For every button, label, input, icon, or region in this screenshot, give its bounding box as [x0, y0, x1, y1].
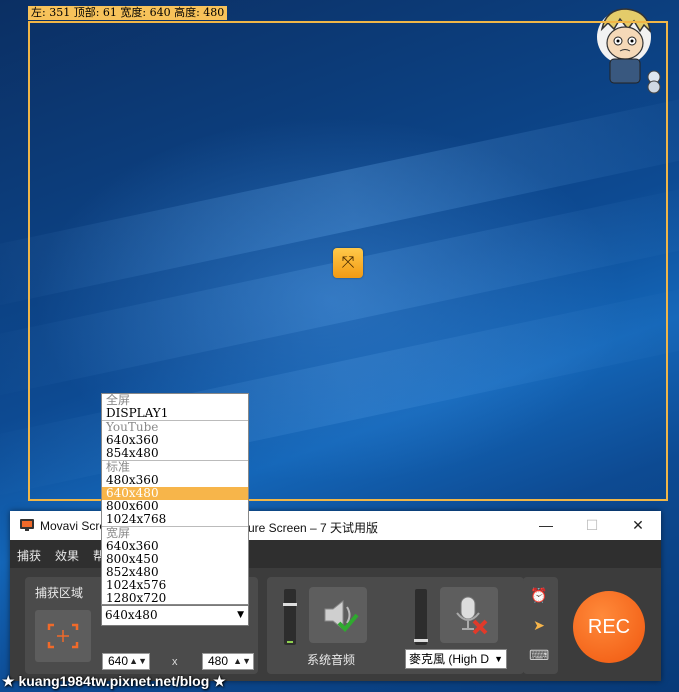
mic-select-value: 麥克風 (High D	[409, 652, 490, 666]
chevron-down-icon: ▼	[492, 650, 503, 668]
volume-knob[interactable]	[414, 639, 428, 642]
close-button[interactable]: ✕	[615, 511, 661, 540]
cursor-icon[interactable]: ➤	[529, 615, 549, 635]
alarm-clock-icon[interactable]: ⏰	[529, 585, 549, 605]
system-audio-label: 系统音频	[307, 653, 356, 667]
options-strip: ⏰ ➤ ⌨	[523, 577, 558, 674]
size-separator: x	[172, 656, 178, 668]
volume-level	[287, 641, 293, 643]
size-dropdown-list[interactable]: 全屏 DISPLAY1 YouTube 640x360 854x480 标准 480x360…	[101, 393, 249, 605]
maximize-button[interactable]: ☐	[569, 511, 615, 540]
blog-watermark: ★ kuang1984tw.pixnet.net/blog ★	[2, 673, 226, 689]
app-logo-icon	[20, 519, 34, 531]
window-title-tail: ure Screen – 7 天试用版	[248, 521, 379, 535]
size-select[interactable]: 640x480 ▼	[101, 605, 249, 626]
microphone-select[interactable]: 麥克風 (High D ▼	[405, 649, 507, 669]
height-value: 480	[208, 654, 229, 668]
mic-volume-slider[interactable]	[414, 589, 428, 645]
spin-arrows-icon[interactable]: ▲▼	[129, 654, 147, 669]
dropdown-group-header: 标准	[102, 460, 248, 474]
microphone-button[interactable]	[440, 587, 498, 643]
crosshair-icon	[47, 623, 79, 649]
record-button[interactable]: REC	[573, 591, 645, 663]
keyboard-icon[interactable]: ⌨	[529, 645, 549, 665]
dropdown-group-header: YouTube	[102, 420, 248, 434]
width-spinbox[interactable]: 640 ▲▼	[102, 653, 150, 670]
dropdown-option[interactable]: 854x480	[102, 447, 248, 460]
microphone-off-icon	[456, 596, 488, 635]
capture-coordinates-label: 左: 351 顶部: 61 宽度: 640 高度: 480	[28, 6, 228, 20]
window-title: Movavi Scre	[40, 519, 107, 533]
move-handle-icon[interactable]: ⤧	[333, 248, 363, 278]
volume-knob[interactable]	[283, 603, 297, 606]
dropdown-option[interactable]: 1280x720	[102, 592, 248, 605]
audio-panel: 系统音频 麥克風 (High D ▼	[267, 577, 524, 674]
dropdown-option[interactable]: DISPLAY1	[102, 407, 248, 420]
width-value: 640	[108, 654, 129, 668]
menu-capture[interactable]: 捕获	[17, 547, 41, 564]
height-spinbox[interactable]: 480 ▲▼	[202, 653, 254, 670]
menu-effects[interactable]: 效果	[55, 547, 79, 564]
dropdown-group-header: 宽屏	[102, 526, 248, 540]
dropdown-option[interactable]: 1024x768	[102, 513, 248, 526]
system-volume-slider[interactable]	[283, 589, 297, 645]
system-audio-button[interactable]	[309, 587, 367, 643]
chevron-down-icon: ▼	[237, 610, 244, 620]
spin-arrows-icon[interactable]: ▲▼	[233, 654, 251, 669]
region-select-button[interactable]	[35, 610, 91, 662]
speaker-icon	[324, 599, 359, 632]
size-select-value: 640x480	[105, 608, 158, 622]
minimize-button[interactable]: —	[523, 511, 569, 540]
capture-area-title: 捕获区域	[35, 586, 84, 600]
